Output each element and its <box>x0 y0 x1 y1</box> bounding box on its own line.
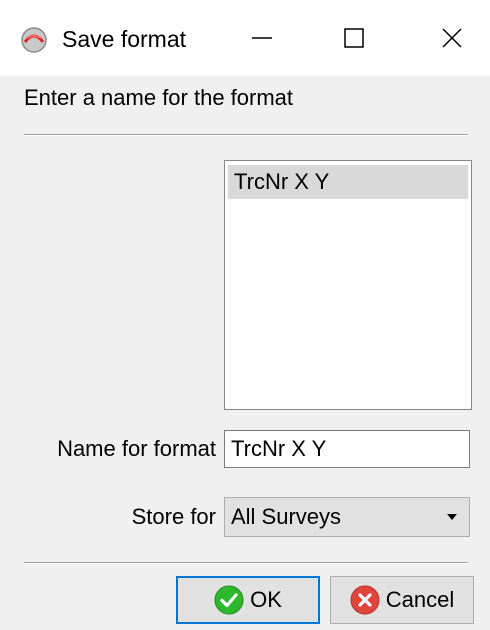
check-icon <box>214 585 244 615</box>
save-format-dialog: Save format Enter a name for the format … <box>0 0 490 630</box>
chevron-down-icon <box>447 514 457 520</box>
format-list[interactable]: TrcNr X Y <box>224 160 472 410</box>
store-for-select[interactable]: All Surveys <box>224 497 470 537</box>
app-logo-icon <box>21 27 47 53</box>
name-for-format-label: Name for format <box>57 436 216 461</box>
close-button[interactable] <box>424 16 480 60</box>
cancel-icon <box>350 585 380 615</box>
ok-button[interactable]: OK <box>176 576 320 624</box>
store-for-value: All Surveys <box>231 504 342 529</box>
minimize-button[interactable] <box>234 16 290 60</box>
name-for-format-input[interactable] <box>224 430 470 468</box>
maximize-icon <box>344 28 364 48</box>
list-item[interactable]: TrcNr X Y <box>228 165 468 199</box>
cancel-label: Cancel <box>385 587 455 612</box>
close-icon <box>442 28 462 48</box>
ok-label: OK <box>250 587 282 612</box>
prompt-text: Enter a name for the format <box>24 85 294 110</box>
cancel-button[interactable]: Cancel <box>330 576 474 624</box>
separator <box>24 562 468 564</box>
minimize-icon <box>252 37 272 39</box>
maximize-button[interactable] <box>326 16 382 60</box>
separator <box>24 134 468 136</box>
store-for-label: Store for <box>131 504 216 529</box>
title-bar: Save format <box>0 0 490 76</box>
window-title: Save format <box>62 26 186 52</box>
